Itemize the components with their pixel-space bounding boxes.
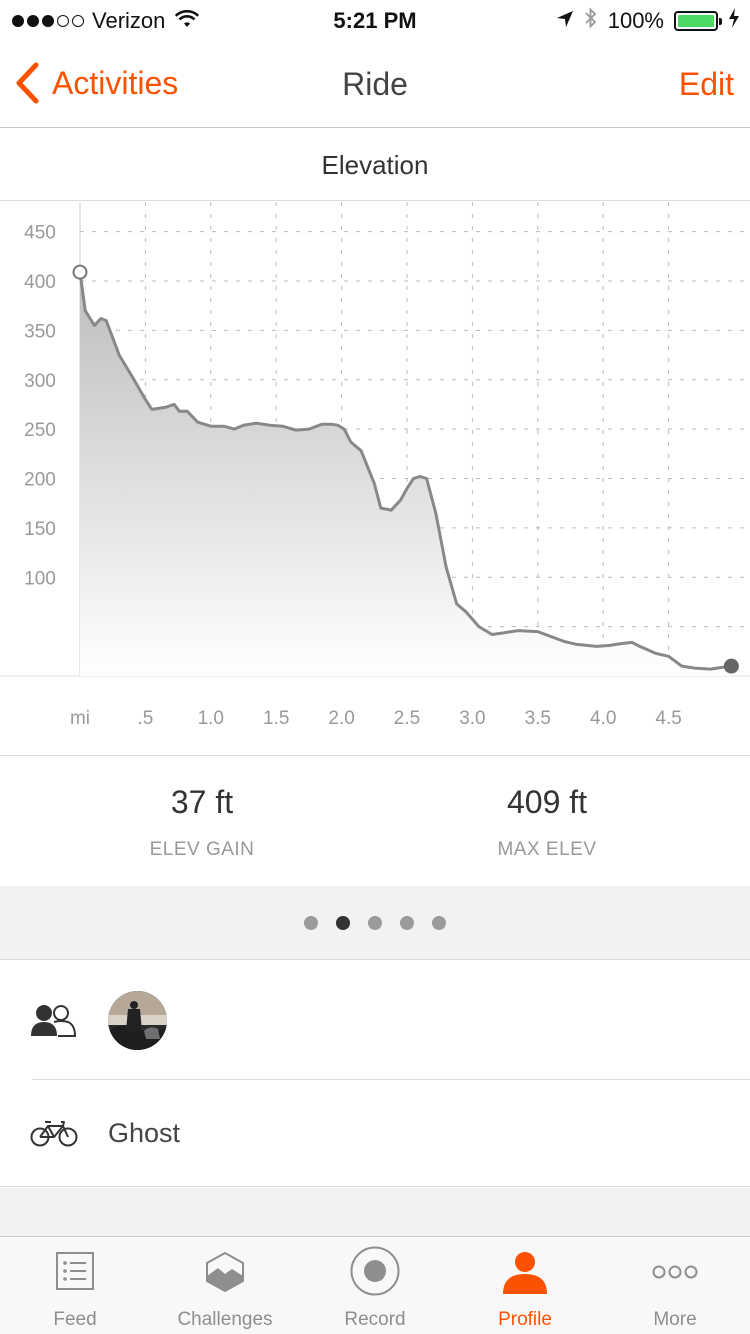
x-tick-label: 3.5 (525, 708, 551, 729)
y-tick-label: 150 (24, 519, 56, 540)
elev-gain-stat: 37 ft ELEV GAIN (52, 784, 352, 861)
y-tick-label: 450 (24, 223, 56, 244)
status-right: 100% (556, 7, 740, 35)
x-tick-label: 2.0 (328, 708, 354, 729)
max-elev-stat: 409 ft MAX ELEV (397, 784, 697, 861)
profile-icon (502, 1251, 548, 1300)
tab-challenges[interactable]: Challenges (150, 1237, 300, 1334)
tab-label: More (653, 1309, 697, 1330)
page-dot[interactable] (400, 915, 414, 930)
y-tick-label: 400 (24, 272, 56, 293)
page-title: Ride (342, 66, 408, 102)
elev-gain-label: ELEV GAIN (149, 839, 255, 860)
elevation-chart[interactable]: 100 150 200 250 300 350 400 450 mi .5 1.0 1.5 2.0 2.5… (0, 202, 750, 755)
athletes-icon (30, 1003, 77, 1042)
tab-label: Feed (53, 1309, 97, 1330)
tab-feed[interactable]: Feed (0, 1237, 150, 1334)
y-tick-label: 300 (24, 371, 56, 392)
page-dot[interactable] (336, 915, 350, 930)
location-arrow-icon (556, 8, 574, 34)
status-bar: Verizon 5:21 PM 100% (0, 0, 750, 40)
x-tick-label: 1.5 (263, 708, 289, 729)
y-tick-label: 100 (24, 568, 56, 589)
charging-bolt-icon (728, 8, 740, 34)
x-axis-unit-label: mi (70, 708, 90, 729)
tab-label: Challenges (177, 1309, 273, 1330)
bike-icon (30, 1120, 78, 1153)
tab-record[interactable]: Record (300, 1237, 450, 1334)
navigation-bar: Activities Ride Edit (0, 40, 750, 128)
x-tick-label: 4.0 (590, 708, 616, 729)
edit-button[interactable]: Edit (679, 66, 734, 103)
max-elev-label: MAX ELEV (497, 839, 597, 860)
y-tick-label: 250 (24, 420, 56, 441)
y-tick-label: 200 (24, 470, 56, 491)
elevation-area (80, 272, 732, 676)
page-indicator[interactable] (0, 886, 750, 960)
athletes-row[interactable] (0, 961, 750, 1079)
tab-label: Record (344, 1309, 406, 1330)
x-tick-label: .5 (137, 708, 153, 729)
feed-icon (55, 1251, 95, 1296)
more-icon (652, 1265, 698, 1284)
tab-bar: Feed Challenges Record Profile More (0, 1236, 750, 1334)
tab-profile[interactable]: Profile (450, 1237, 600, 1334)
x-tick-label: 2.5 (394, 708, 420, 729)
page-dot[interactable] (304, 915, 318, 930)
athlete-avatar[interactable] (108, 991, 167, 1050)
section-spacer (0, 1188, 750, 1236)
stats-panel: 37 ft ELEV GAIN 409 ft MAX ELEV (0, 756, 750, 886)
start-marker (72, 264, 88, 280)
x-tick-label: 1.0 (198, 708, 224, 729)
gear-name: Ghost (108, 1118, 181, 1148)
challenges-icon (204, 1251, 246, 1298)
record-icon (349, 1246, 401, 1302)
battery-icon (674, 11, 722, 31)
chart-title: Elevation (0, 129, 750, 201)
elevation-chart-svg: 100 150 200 250 300 350 400 450 mi .5 1.0 1.5 2.0 2.5… (0, 202, 750, 729)
x-tick-label: 4.5 (655, 708, 681, 729)
y-tick-label: 350 (24, 321, 56, 342)
page-dot[interactable] (432, 915, 446, 930)
page-dot[interactable] (368, 915, 382, 930)
x-tick-label: 3.0 (459, 708, 485, 729)
end-marker (723, 658, 739, 674)
gear-row[interactable]: Ghost (0, 1080, 750, 1187)
bluetooth-icon (584, 7, 598, 35)
tab-label: Profile (498, 1309, 552, 1330)
elev-gain-value: 37 ft (170, 784, 234, 820)
tab-more[interactable]: More (600, 1237, 750, 1334)
max-elev-value: 409 ft (506, 784, 588, 820)
battery-percent: 100% (607, 8, 664, 33)
